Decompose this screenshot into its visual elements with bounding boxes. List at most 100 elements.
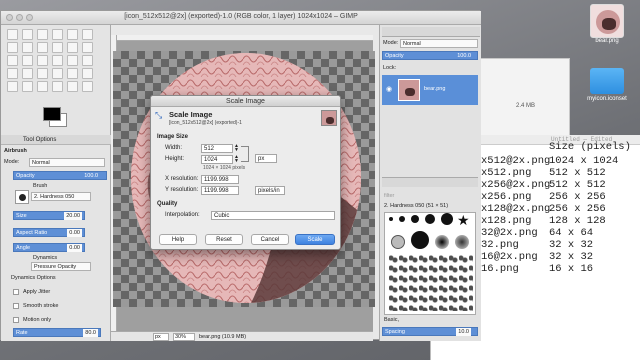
reset-button[interactable]: Reset (205, 234, 243, 245)
tool-icon[interactable] (7, 29, 18, 40)
dynamics-select[interactable]: Pressure Opacity (31, 262, 91, 271)
brush-preview-icon[interactable] (15, 190, 29, 204)
spacing-slider[interactable]: Spacing 10.0 (382, 327, 478, 336)
tool-icon[interactable] (37, 55, 48, 66)
dialog-title-bar: Scale Image (151, 96, 340, 107)
angle-slider[interactable]: Angle 0.00 (13, 243, 85, 252)
brush-dock-tabs[interactable] (382, 177, 478, 187)
chain-link-icon[interactable] (241, 146, 249, 162)
height-input[interactable]: 1024 (201, 155, 233, 164)
brush-grid[interactable]: ★ (384, 212, 476, 315)
width-input[interactable]: 512 (201, 144, 233, 153)
file-name: x512@2x.png (481, 155, 551, 167)
unit-select[interactable]: px (153, 333, 169, 341)
size-slider[interactable]: Size 20.00 (13, 211, 85, 220)
y-resolution-label: Y resolution: (165, 187, 199, 193)
scale-button[interactable]: Scale (295, 234, 335, 245)
opacity-value: 100.0 (84, 173, 98, 179)
dynamics-options-expander[interactable]: Dynamics Options (11, 275, 56, 281)
tool-icon[interactable] (67, 68, 78, 79)
toolbox: Tool Options Airbrush Mode: Normal Opaci… (1, 25, 111, 341)
tool-icon[interactable] (37, 68, 48, 79)
brush-select[interactable]: 2. Hardness 050 (31, 192, 91, 201)
unit-select[interactable]: px (255, 154, 277, 163)
tool-icon[interactable] (37, 29, 48, 40)
scale-image-dialog: Scale Image ⤡ Scale Image [icon_512x512@… (150, 95, 341, 250)
image-thumbnail (321, 110, 337, 126)
opacity-slider[interactable]: Opacity 100.0 (13, 171, 107, 180)
apply-jitter-checkbox[interactable] (13, 289, 19, 295)
file-name: x256.png (481, 191, 532, 203)
size-label: Size (16, 213, 27, 219)
status-bar: px 30% bear.png (10.9 MB) (111, 331, 373, 341)
tool-icon[interactable] (7, 55, 18, 66)
layer-opacity-slider[interactable]: Opacity 100.0 (382, 51, 478, 60)
layer-row[interactable]: ◉ bear.png (382, 75, 478, 105)
tab-label: Tool Options (23, 137, 57, 143)
file-size: 256 x 256 (549, 203, 606, 215)
tool-icon[interactable] (67, 29, 78, 40)
aspect-label: Aspect Ratio (16, 230, 48, 236)
aspect-ratio-slider[interactable]: Aspect Ratio 0.00 (13, 228, 85, 237)
mode-select[interactable]: Normal (29, 158, 105, 167)
brush-filter-input[interactable]: filter (384, 193, 394, 199)
tool-icon[interactable] (67, 42, 78, 53)
rate-label: Rate (16, 330, 28, 336)
file-name: x128.png (481, 215, 532, 227)
rate-value: 80.0 (83, 329, 98, 337)
cancel-button[interactable]: Cancel (251, 234, 289, 245)
tool-icon[interactable] (7, 81, 18, 92)
motion-only-label: Motion only (23, 317, 52, 323)
width-stepper-icon[interactable]: ▲ ▼ (234, 144, 239, 153)
resolution-unit-select[interactable]: pixels/in (255, 186, 285, 195)
interpolation-label: Interpolation: (165, 212, 200, 218)
tool-icon[interactable] (22, 68, 33, 79)
zoom-select[interactable]: 30% (173, 333, 195, 341)
tool-icon[interactable] (37, 81, 48, 92)
tool-icon[interactable] (22, 29, 33, 40)
motion-only-checkbox[interactable] (13, 317, 19, 323)
interpolation-select[interactable]: Cubic (211, 211, 335, 220)
mode-label: Mode: (4, 159, 20, 165)
tool-icon[interactable] (22, 81, 33, 92)
eye-icon[interactable]: ◉ (386, 85, 392, 93)
layer-name: bear.png (424, 86, 446, 92)
spacing-label: Spacing (385, 329, 405, 335)
tool-icon[interactable] (82, 42, 93, 53)
x-resolution-input[interactable]: 1199.998 (201, 175, 239, 184)
tool-icon[interactable] (52, 29, 63, 40)
foreground-color-swatch[interactable] (43, 107, 61, 121)
tool-icon[interactable] (67, 81, 78, 92)
tool-icon[interactable] (52, 68, 63, 79)
desktop-icon-bear[interactable]: bear.png (590, 4, 637, 44)
tool-icon[interactable] (82, 81, 93, 92)
tool-icon[interactable] (37, 42, 48, 53)
dock-tabs[interactable] (382, 27, 480, 37)
finder-window: 2.4 MB (470, 58, 570, 138)
file-size: 512 x 512 (549, 179, 606, 191)
horizontal-ruler[interactable] (111, 35, 373, 41)
help-button[interactable]: Help (159, 234, 197, 245)
tool-options-tab[interactable]: Tool Options (1, 135, 111, 145)
tool-icon[interactable] (67, 55, 78, 66)
tool-icon[interactable] (52, 42, 63, 53)
height-stepper-icon[interactable]: ▲ ▼ (234, 155, 239, 164)
layer-mode-select[interactable]: Normal (400, 39, 478, 48)
desktop-icon-iconset[interactable]: myicon.iconset (587, 62, 637, 102)
tool-icon[interactable] (82, 29, 93, 40)
tool-icon[interactable] (52, 55, 63, 66)
tool-name: Airbrush (4, 148, 27, 154)
rate-slider[interactable]: Rate 80.0 (13, 328, 101, 337)
layer-opacity-value: 100.0 (457, 53, 471, 59)
y-resolution-input[interactable]: 1199.998 (201, 186, 239, 195)
tool-icon[interactable] (22, 55, 33, 66)
tool-icon[interactable] (52, 81, 63, 92)
tool-icon[interactable] (7, 42, 18, 53)
tool-icon[interactable] (82, 68, 93, 79)
tool-icon[interactable] (22, 42, 33, 53)
smooth-stroke-checkbox[interactable] (13, 303, 19, 309)
apply-jitter-label: Apply Jitter (23, 289, 51, 295)
tool-icon[interactable] (82, 55, 93, 66)
brush-preset[interactable]: Basic, (384, 317, 399, 323)
tool-icon[interactable] (7, 68, 18, 79)
